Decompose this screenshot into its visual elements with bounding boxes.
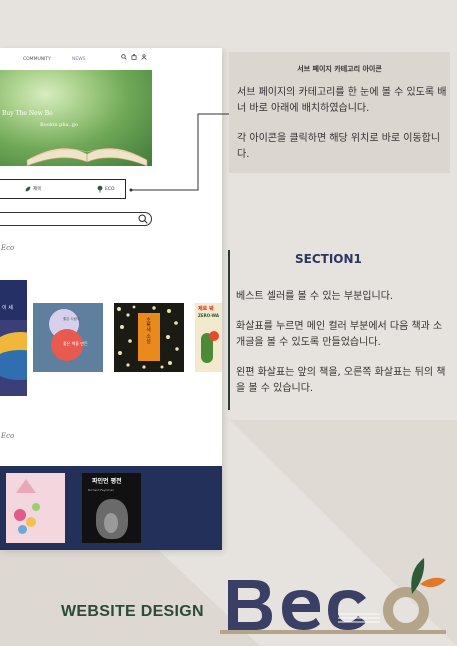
section-paragraph: 왼편 화살표는 앞의 책을, 오른쪽 화살표는 뒤의 책을 볼 수 있습니다. <box>236 367 446 394</box>
section-paragraph: 화살표를 누르면 메인 컬러 부분에서 다음 책과 소개글을 볼 수 있도록 만… <box>236 321 443 348</box>
section-title: SECTION1 <box>295 252 362 266</box>
annotation-paragraph: 서브 페이지의 카테고리를 한 눈에 볼 수 있도록 배너 바로 아래에 배치하… <box>237 87 447 114</box>
annotation-title: 서브 페이지 카테고리 아이콘 <box>297 65 382 73</box>
section-body: 베스트 셀러를 볼 수 있는 부분입니다. 화살표를 누르면 메인 컬러 부분에… <box>236 289 450 411</box>
annotation-body: 서브 페이지의 카테고리를 한 눈에 볼 수 있도록 배너 바로 아래에 배치하… <box>237 85 447 177</box>
section-paragraph: 베스트 셀러를 볼 수 있는 부분입니다. <box>236 291 394 302</box>
website-design-label: WEBSITE DESIGN <box>61 603 204 620</box>
annotation-paragraph: 각 아이콘을 클릭하면 해당 위치로 바로 이동합니다. <box>237 133 441 160</box>
section-divider <box>228 250 230 410</box>
annotation-card: 서브 페이지 카테고리 아이콘 서브 페이지의 카테고리를 한 눈에 볼 수 있… <box>229 52 450 173</box>
beco-logo <box>220 558 446 634</box>
